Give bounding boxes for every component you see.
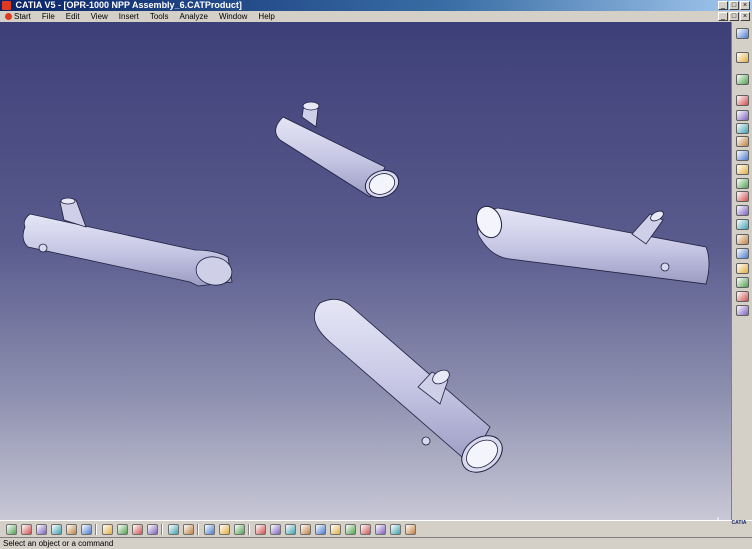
menu-start-label: Start [14, 12, 31, 21]
menu-help[interactable]: Help [253, 11, 280, 22]
existing-component-icon[interactable] [736, 110, 749, 121]
menu-tools[interactable]: Tools [145, 11, 175, 22]
bottom-toolbar [0, 520, 752, 537]
paste-icon[interactable] [102, 524, 113, 535]
copy-icon[interactable] [81, 524, 92, 535]
right-toolbar [731, 22, 752, 520]
minimize-button[interactable]: _ [718, 1, 728, 10]
zoom-in-icon[interactable] [300, 524, 311, 535]
pipe-part-2[interactable] [22, 197, 234, 288]
doc-maximize-button[interactable]: □ [729, 12, 739, 21]
toolbar-separator [197, 524, 199, 535]
pipe-part-4[interactable] [313, 298, 509, 479]
status-message: Select an object or a command [3, 539, 114, 548]
explode-icon[interactable] [736, 150, 749, 161]
redo-icon[interactable] [132, 524, 143, 535]
undo-icon[interactable] [117, 524, 128, 535]
doc-minimize-button[interactable]: _ [718, 12, 728, 21]
snap-icon[interactable] [736, 136, 749, 147]
pipe-part-3[interactable] [472, 203, 710, 285]
catia-app-icon[interactable] [2, 1, 11, 10]
zoom-out-icon[interactable] [315, 524, 326, 535]
status-bar: Select an object or a command [0, 537, 752, 549]
toolbar-separator [161, 524, 163, 535]
update-icon[interactable] [736, 234, 749, 245]
product-icon[interactable] [736, 74, 749, 85]
menu-bar: Start File Edit View Insert Tools Analyz… [0, 11, 752, 22]
menu-analyze[interactable]: Analyze [175, 11, 214, 22]
menu-view[interactable]: View [86, 11, 114, 22]
pan-icon[interactable] [270, 524, 281, 535]
swap-icon[interactable] [219, 524, 230, 535]
start-icon [5, 13, 12, 20]
close-button[interactable]: × [740, 1, 750, 10]
hide-icon[interactable] [390, 524, 401, 535]
fix-icon[interactable] [736, 178, 749, 189]
maximize-button[interactable]: □ [729, 1, 739, 10]
sketch-icon[interactable] [736, 28, 749, 39]
fly-icon[interactable] [234, 524, 245, 535]
open-icon[interactable] [21, 524, 32, 535]
menu-start[interactable]: Start [0, 11, 37, 22]
catia-logo: CATIA [731, 520, 747, 526]
whats-this-icon[interactable] [147, 524, 158, 535]
save-icon[interactable] [36, 524, 47, 535]
formula-icon[interactable] [168, 524, 179, 535]
select-icon[interactable] [736, 52, 749, 63]
angle-icon[interactable] [736, 219, 749, 230]
contact-icon[interactable] [736, 191, 749, 202]
hide-show-icon[interactable] [204, 524, 215, 535]
toolbar-separator [95, 524, 97, 535]
title-bar: CATIA V5 - [OPR-1000 NPP Assembly_6.CATP… [0, 0, 752, 11]
window-title: CATIA V5 - [OPR-1000 NPP Assembly_6.CATP… [15, 0, 242, 10]
fit-all-icon[interactable] [255, 524, 266, 535]
shading-icon[interactable] [375, 524, 386, 535]
sketcher-icon[interactable] [183, 524, 194, 535]
cut-icon[interactable] [66, 524, 77, 535]
iso-view-icon[interactable] [345, 524, 356, 535]
doc-close-button[interactable]: × [740, 12, 750, 21]
cross-icon[interactable] [736, 305, 749, 316]
new-icon[interactable] [6, 524, 17, 535]
menu-insert[interactable]: Insert [114, 11, 145, 22]
menu-window[interactable]: Window [214, 11, 253, 22]
swap-visible-icon[interactable] [405, 524, 416, 535]
print-icon[interactable] [51, 524, 62, 535]
distance-icon[interactable] [736, 277, 749, 288]
3d-viewport[interactable] [0, 22, 731, 520]
bulb-icon[interactable] [736, 291, 749, 302]
pipe-part-1[interactable] [275, 101, 403, 202]
manipulate-icon[interactable] [736, 123, 749, 134]
toolbar-separator [248, 524, 250, 535]
assembly-geometry[interactable] [0, 22, 731, 520]
rotate-icon[interactable] [285, 524, 296, 535]
render-style-icon[interactable] [360, 524, 371, 535]
constraint-icon[interactable] [736, 164, 749, 175]
menu-edit[interactable]: Edit [61, 11, 86, 22]
insert-component-icon[interactable] [736, 95, 749, 106]
normal-view-icon[interactable] [330, 524, 341, 535]
menu-file[interactable]: File [37, 11, 61, 22]
clash-icon[interactable] [736, 248, 749, 259]
offset-icon[interactable] [736, 205, 749, 216]
section-icon[interactable] [736, 263, 749, 274]
